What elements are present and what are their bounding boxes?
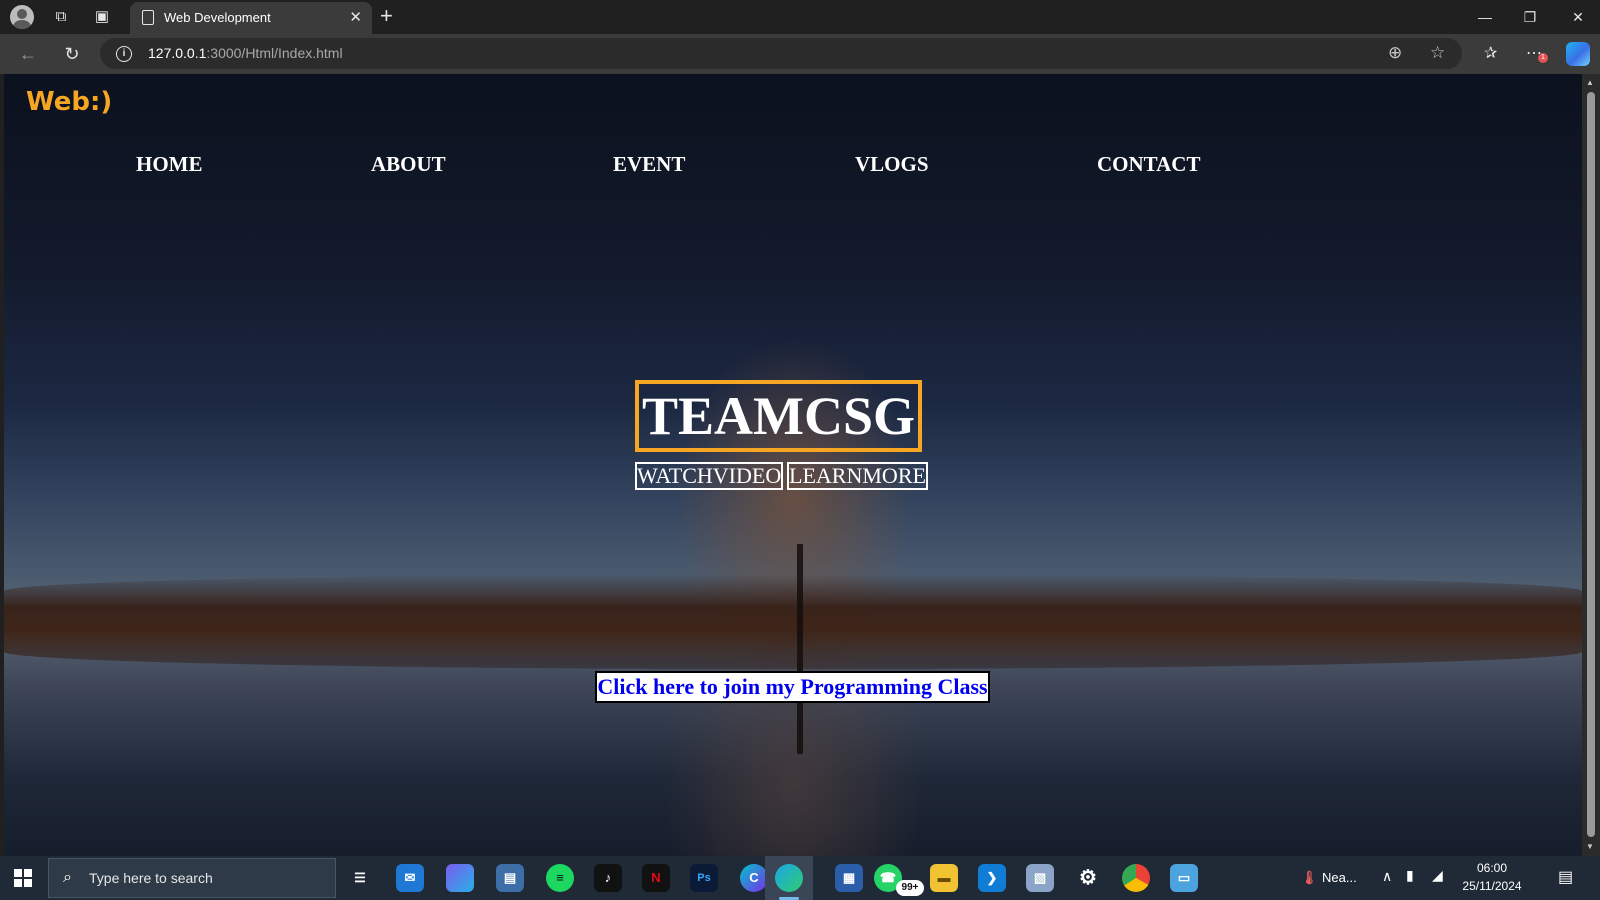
- copilot-icon[interactable]: [1566, 42, 1590, 66]
- nav-about[interactable]: ABOUT: [371, 152, 446, 177]
- copilot-app-icon[interactable]: [446, 864, 474, 892]
- favorite-star-icon[interactable]: ☆: [1430, 43, 1445, 63]
- scroll-up-icon[interactable]: ▲: [1586, 78, 1594, 87]
- new-tab-icon[interactable]: +: [380, 4, 393, 28]
- url-input[interactable]: i 127.0.0.1:3000/Html/Index.html ⊕ ☆: [100, 38, 1462, 69]
- spotify-icon[interactable]: ≡: [546, 864, 574, 892]
- tiktok-icon[interactable]: ♪: [594, 864, 622, 892]
- scroll-down-icon[interactable]: ▼: [1586, 842, 1594, 851]
- clock-time[interactable]: 06:00: [1462, 861, 1522, 875]
- windows-taskbar: ⌕ Type here to search ☰ ✉ ▤ ≡ ♪ N Ps C ▦…: [0, 856, 1600, 900]
- watch-video-button[interactable]: WATCHVIDEO: [635, 462, 783, 490]
- taskbar-search-input[interactable]: ⌕ Type here to search: [48, 858, 336, 898]
- battery-icon[interactable]: ▮: [1406, 867, 1414, 884]
- window-app-icon[interactable]: ▭: [1170, 864, 1198, 892]
- search-placeholder: Type here to search: [89, 870, 213, 886]
- remote-desktop-icon[interactable]: ▤: [496, 864, 524, 892]
- edge-icon[interactable]: [775, 864, 803, 892]
- extension-badge: 1: [1538, 53, 1548, 63]
- paint-icon[interactable]: ▧: [1026, 864, 1054, 892]
- nav-event[interactable]: EVENT: [613, 152, 685, 177]
- url-text[interactable]: 127.0.0.1:3000/Html/Index.html: [148, 45, 343, 61]
- close-tab-icon[interactable]: ✕: [349, 8, 362, 26]
- workspaces-icon[interactable]: ⧉: [47, 5, 75, 29]
- weather-text[interactable]: Nea...: [1322, 870, 1357, 885]
- nav-home[interactable]: HOME: [136, 152, 203, 177]
- photoshop-icon[interactable]: Ps: [690, 864, 718, 892]
- site-logo[interactable]: Web:): [26, 87, 112, 117]
- task-view-icon[interactable]: ☰: [346, 864, 374, 892]
- join-class-link[interactable]: Click here to join my Programming Class: [595, 671, 990, 703]
- vertical-tabs-icon[interactable]: ▣: [88, 5, 116, 29]
- learn-more-button[interactable]: LEARNMORE: [787, 462, 928, 490]
- edge-active-slot[interactable]: [765, 856, 813, 900]
- browser-tab-bar: ⧉ ▣ Web Development ✕ + — ❐ ✕: [0, 0, 1600, 34]
- back-icon[interactable]: ←: [14, 42, 42, 66]
- file-explorer-icon[interactable]: ▬: [930, 864, 958, 892]
- nav-vlogs[interactable]: VLOGS: [855, 152, 929, 177]
- notification-center-icon[interactable]: ▤: [1558, 867, 1573, 887]
- clock-date[interactable]: 25/11/2024: [1450, 879, 1534, 893]
- url-host: 127.0.0.1: [148, 45, 207, 61]
- canva-icon[interactable]: C: [740, 864, 768, 892]
- zoom-icon[interactable]: ⊕: [1388, 43, 1402, 63]
- mail-icon[interactable]: ✉: [396, 864, 424, 892]
- address-bar-row: ← ↻ i 127.0.0.1:3000/Html/Index.html ⊕ ☆…: [0, 34, 1600, 74]
- page-scrollbar[interactable]: ▲ ▼: [1582, 74, 1600, 856]
- web-page: Web:) HOME ABOUT EVENT VLOGS CONTACT TEA…: [4, 74, 1582, 856]
- windows-start-icon[interactable]: [14, 869, 32, 887]
- background-horizon: [4, 574, 1582, 669]
- search-icon: ⌕: [63, 869, 72, 886]
- site-info-icon[interactable]: i: [116, 46, 132, 62]
- nav-contact[interactable]: CONTACT: [1097, 152, 1200, 177]
- browser-tab[interactable]: Web Development ✕: [130, 2, 372, 34]
- tab-title: Web Development: [164, 10, 271, 25]
- weather-thermometer-icon[interactable]: 🌡: [1295, 864, 1323, 892]
- vscode-icon[interactable]: ❯: [978, 864, 1006, 892]
- favorites-icon[interactable]: ✰: [1484, 43, 1497, 63]
- restore-icon[interactable]: ❐: [1508, 4, 1552, 30]
- hero-title: TEAMCSG: [635, 380, 922, 452]
- minimize-icon[interactable]: —: [1463, 4, 1507, 30]
- chrome-icon[interactable]: [1122, 864, 1150, 892]
- show-hidden-icons[interactable]: ∧: [1382, 868, 1392, 885]
- store-icon[interactable]: ▦: [835, 864, 863, 892]
- refresh-icon[interactable]: ↻: [58, 42, 86, 66]
- background-tree: [797, 544, 803, 754]
- url-path: :3000/Html/Index.html: [206, 45, 343, 61]
- page-icon: [142, 10, 154, 25]
- profile-avatar-icon[interactable]: [10, 5, 34, 29]
- close-window-icon[interactable]: ✕: [1556, 4, 1600, 30]
- network-icon[interactable]: ◢: [1432, 867, 1443, 884]
- settings-gear-icon[interactable]: ⚙: [1074, 864, 1102, 892]
- scroll-thumb[interactable]: [1587, 92, 1595, 837]
- netflix-icon[interactable]: N: [642, 864, 670, 892]
- whatsapp-badge: 99+: [896, 880, 924, 896]
